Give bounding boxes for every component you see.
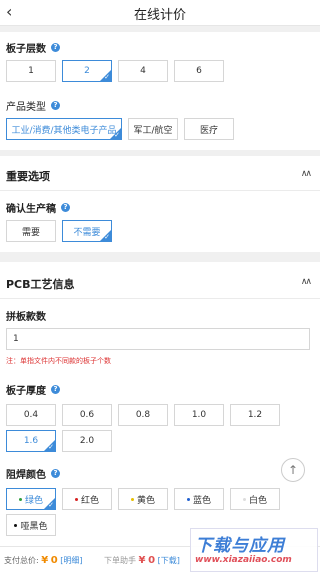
watermark-text: 下载与应用	[195, 536, 285, 556]
top-bar: ‹ 在线计价	[0, 0, 320, 26]
mask-color-blue[interactable]: 蓝色	[174, 488, 224, 510]
mask-color-green[interactable]: 绿色 ✓	[6, 488, 56, 510]
price-detail-link[interactable]: [明细]	[60, 556, 82, 565]
layers-option-4[interactable]: 4	[118, 60, 168, 82]
collapse-icon[interactable]: ∧∧	[301, 169, 312, 179]
color-dot	[14, 523, 18, 527]
important-options-title: 重要选项	[6, 170, 50, 183]
question-icon[interactable]: ?	[51, 101, 60, 110]
color-dot	[130, 497, 134, 501]
divider	[0, 298, 320, 299]
watermark-logo: 下载与应用 www.xiazaiiao.com	[190, 528, 318, 572]
layers-option-2[interactable]: 2 ✓	[62, 60, 112, 82]
layers-option-1[interactable]: 1	[6, 60, 56, 82]
question-icon[interactable]: ?	[51, 385, 60, 394]
pcb-info-card: PCB工艺信息 ∧∧ 拼板款数 1 注：单指文件内不同款的板子个数 板子厚度? …	[0, 262, 320, 546]
mask-color-matte-black[interactable]: 哑黑色	[6, 514, 56, 536]
thickness-option[interactable]: 0.8	[118, 404, 168, 426]
product-type-military[interactable]: 军工/航空	[128, 118, 178, 140]
arrow-up-icon[interactable]: ↑	[281, 458, 305, 482]
thickness-option-selected[interactable]: 1.6 ✓	[6, 430, 56, 452]
collapse-icon[interactable]: ∧∧	[301, 277, 312, 287]
order-helper: 下单助手 ¥ 0 [下载]	[104, 555, 180, 566]
total-price-label: 支付总价:	[4, 556, 39, 565]
color-dot	[242, 497, 246, 501]
product-type-label: 产品类型?	[6, 98, 60, 113]
panel-count-input[interactable]: 1	[6, 328, 310, 350]
page-title: 在线计价	[133, 8, 186, 23]
total-price-value: 0	[50, 555, 58, 566]
total-price: 支付总价: ¥ 0 [明细]	[4, 555, 83, 566]
download-link[interactable]: [下载]	[158, 556, 180, 565]
pcb-info-title: PCB工艺信息	[6, 278, 75, 291]
product-type-consumer[interactable]: 工业/消费/其他类电子产品 ✓	[6, 118, 122, 140]
confirm-production-label: 确认生产稿?	[6, 200, 70, 215]
important-options-card: 重要选项 ∧∧ 确认生产稿? 需要 不需要 ✓	[0, 156, 320, 252]
helper-price-value: 0	[148, 555, 156, 566]
question-icon[interactable]: ?	[51, 469, 60, 478]
thickness-label: 板子厚度?	[6, 382, 60, 397]
page: ‹ 在线计价 板子层数? 1 2 ✓ 4 6 产品类型? 工业/消费/其他类电子产…	[0, 0, 320, 575]
watermark-url: www.xiazaiiao.com	[195, 555, 292, 565]
currency-symbol: ¥	[41, 555, 49, 566]
product-type-medical[interactable]: 医疗	[184, 118, 234, 140]
panel-count-label: 拼板款数	[6, 312, 46, 323]
mask-color-label: 阻焊颜色?	[6, 466, 60, 481]
color-dot	[18, 497, 22, 501]
board-layers-label: 板子层数?	[6, 40, 60, 55]
confirm-option-no-need[interactable]: 不需要 ✓	[62, 220, 112, 242]
color-dot	[74, 497, 78, 501]
divider	[0, 190, 320, 191]
color-dot	[186, 497, 190, 501]
thickness-option[interactable]: 1.2	[230, 404, 280, 426]
layers-option-6[interactable]: 6	[174, 60, 224, 82]
thickness-option[interactable]: 0.4	[6, 404, 56, 426]
basic-options-card: 板子层数? 1 2 ✓ 4 6 产品类型? 工业/消费/其他类电子产品 ✓ 军工/航…	[0, 32, 320, 150]
thickness-option[interactable]: 1.0	[174, 404, 224, 426]
currency-symbol: ¥	[138, 555, 146, 566]
mask-color-white[interactable]: 白色	[230, 488, 280, 510]
mask-color-yellow[interactable]: 黄色	[118, 488, 168, 510]
thickness-option[interactable]: 0.6	[62, 404, 112, 426]
panel-count-note: 注：单指文件内不同款的板子个数	[6, 357, 111, 365]
question-icon[interactable]: ?	[61, 203, 70, 212]
confirm-option-need[interactable]: 需要	[6, 220, 56, 242]
mask-color-red[interactable]: 红色	[62, 488, 112, 510]
thickness-option[interactable]: 2.0	[62, 430, 112, 452]
order-helper-label: 下单助手	[104, 556, 136, 565]
question-icon[interactable]: ?	[51, 43, 60, 52]
